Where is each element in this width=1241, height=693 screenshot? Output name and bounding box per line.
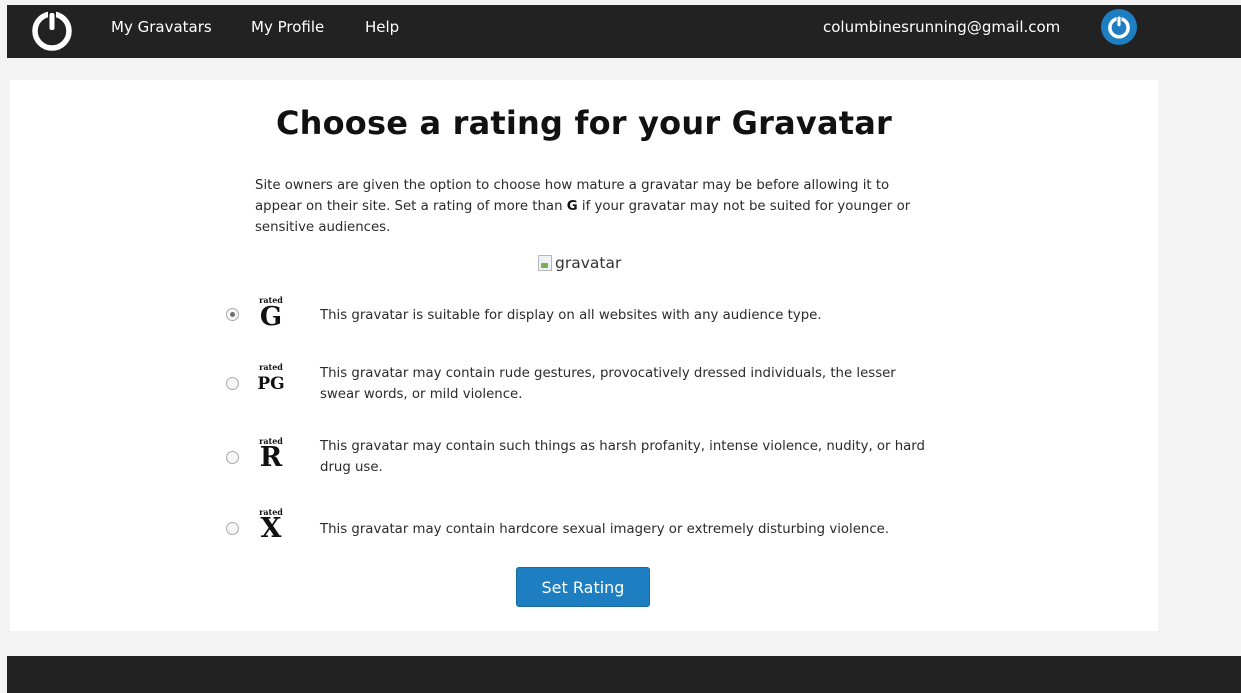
description-bold-g: G bbox=[566, 199, 578, 214]
rating-radio-g[interactable] bbox=[226, 308, 239, 321]
nav-my-gravatars[interactable]: My Gravatars bbox=[111, 5, 212, 58]
badge-letter: PG bbox=[257, 374, 285, 394]
content-panel: Choose a rating for your Gravatar Site o… bbox=[10, 80, 1158, 631]
rated-r-icon[interactable]: rated R bbox=[251, 437, 291, 473]
footer-bar bbox=[7, 656, 1241, 693]
rating-text-r[interactable]: This gravatar may contain such things as… bbox=[320, 436, 930, 478]
gravatar-logo-icon[interactable] bbox=[30, 9, 74, 53]
rated-g-icon[interactable]: rated G bbox=[251, 296, 291, 332]
rated-pg-icon[interactable]: rated PG bbox=[251, 363, 291, 396]
nav-help[interactable]: Help bbox=[365, 5, 399, 58]
rating-text-g[interactable]: This gravatar is suitable for display on… bbox=[320, 305, 930, 326]
badge-letter: X bbox=[260, 513, 282, 544]
gravatar-alt-text: gravatar bbox=[555, 254, 622, 272]
rating-radio-x[interactable] bbox=[226, 522, 239, 535]
page-title: Choose a rating for your Gravatar bbox=[275, 104, 893, 142]
rating-radio-pg[interactable] bbox=[226, 377, 239, 390]
broken-image-icon bbox=[538, 255, 552, 271]
rating-description: Site owners are given the option to choo… bbox=[255, 175, 935, 238]
badge-letter: G bbox=[259, 302, 283, 332]
top-navigation-bar: My Gravatars My Profile Help columbinesr… bbox=[7, 5, 1241, 58]
badge-rated-label: rated bbox=[259, 362, 283, 372]
avatar[interactable] bbox=[1101, 9, 1137, 45]
rating-radio-r[interactable] bbox=[226, 451, 239, 464]
nav-my-profile[interactable]: My Profile bbox=[251, 5, 324, 58]
rating-text-x[interactable]: This gravatar may contain hardcore sexua… bbox=[320, 519, 930, 540]
gravatar-image: gravatar bbox=[538, 252, 621, 274]
account-email[interactable]: columbinesrunning@gmail.com bbox=[823, 5, 1060, 50]
rated-x-icon[interactable]: rated X bbox=[251, 508, 291, 544]
set-rating-button[interactable]: Set Rating bbox=[516, 567, 650, 607]
avatar-gravatar-icon bbox=[1108, 15, 1130, 39]
badge-letter: R bbox=[259, 442, 283, 473]
rating-text-pg[interactable]: This gravatar may contain rude gestures,… bbox=[320, 363, 930, 405]
